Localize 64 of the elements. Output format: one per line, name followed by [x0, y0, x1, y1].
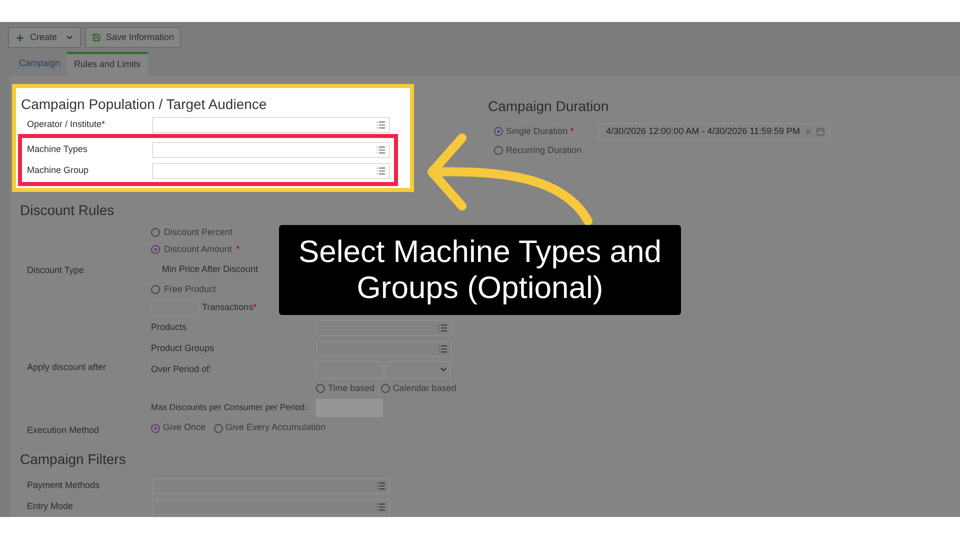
required-mark: *	[570, 124, 574, 138]
radio-button[interactable]	[151, 424, 160, 432]
save-icon	[92, 33, 102, 42]
radio-label: Free Product	[164, 282, 216, 296]
radio-label: Give Once	[163, 421, 206, 434]
field-label: Discount Type	[27, 264, 85, 277]
field-label: Apply discount after	[27, 360, 108, 374]
input-field[interactable]	[152, 498, 390, 514]
radio-label: Give Every Accumulation	[226, 421, 326, 434]
section-title: Campaign Filters	[19, 450, 127, 469]
clear-icon	[804, 127, 813, 136]
section-title: Campaign Duration	[488, 97, 610, 116]
callout-text: Select Machine Types and Groups (Optional)	[297, 234, 663, 306]
field-label: Machine Group	[27, 164, 90, 177]
field-label: Over Period of:	[151, 362, 213, 376]
radio-button[interactable]	[151, 245, 160, 254]
radio-label: Discount Amount	[164, 242, 232, 256]
input-field[interactable]	[316, 340, 452, 356]
section-title: Campaign Population / Target Audience	[20, 95, 268, 114]
radio-label: Single Duration	[506, 124, 568, 138]
list-icon	[376, 502, 386, 512]
tab[interactable]: Campaign	[12, 52, 68, 76]
radio-label: Time based	[328, 382, 375, 395]
radio-button[interactable]	[151, 228, 160, 237]
list-icon	[438, 344, 448, 354]
field-label: Product Groups	[151, 342, 216, 355]
caret-icon	[439, 365, 448, 374]
radio-label: Calendar based	[392, 382, 456, 395]
field-label: Max Discounts per Consumer per Period:	[151, 402, 307, 412]
radio-button[interactable]	[494, 127, 503, 136]
create-button[interactable]: Create	[8, 27, 82, 48]
field-label: Machine Types	[27, 142, 88, 156]
save-button[interactable]: Save Information	[85, 27, 182, 48]
field-label: Execution Method	[27, 424, 100, 437]
plus-icon	[15, 32, 25, 42]
list-icon	[438, 322, 448, 332]
radio-button[interactable]	[494, 146, 503, 155]
field-label: Payment Methods	[27, 478, 101, 492]
list-icon	[376, 120, 386, 130]
radio-label: Recurring Duration	[506, 144, 582, 157]
list-icon	[376, 480, 386, 490]
radio-button[interactable]	[214, 424, 223, 432]
input-field[interactable]	[152, 478, 390, 494]
field-label: Min Price After Discount	[161, 262, 258, 276]
select-field[interactable]	[385, 360, 451, 378]
list-icon	[376, 166, 386, 176]
field-label: Entry Mode	[27, 500, 74, 513]
required-mark: *	[236, 242, 240, 256]
radio-button[interactable]	[151, 285, 160, 294]
field-label: Products	[151, 320, 188, 334]
radio-button[interactable]	[380, 384, 390, 393]
field-label: Transactions	[202, 300, 254, 314]
input-field[interactable]	[316, 320, 452, 336]
section-title: Discount Rules	[19, 201, 116, 220]
date-range-field[interactable]: 4/30/2026 12:00:00 AM - 4/30/2026 11:59:59 PM	[598, 123, 830, 140]
required-mark: *	[253, 300, 257, 314]
required-mark: *	[102, 118, 106, 129]
radio-button[interactable]	[316, 384, 325, 393]
calendar-icon	[816, 127, 825, 136]
list-icon	[376, 144, 386, 154]
tab[interactable]: Rules and Limits	[67, 52, 148, 76]
caret-icon	[65, 33, 74, 42]
radio-label: Discount Percent	[164, 226, 233, 239]
field-label: Operator / Institute	[27, 118, 102, 129]
